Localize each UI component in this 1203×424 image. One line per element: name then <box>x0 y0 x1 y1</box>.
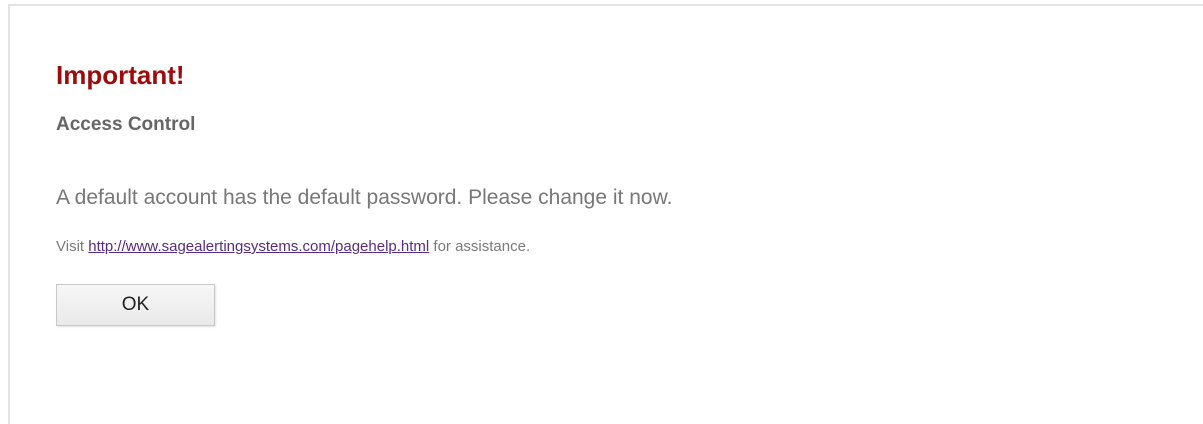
help-link[interactable]: http://www.sagealertingsystems.com/pageh… <box>88 238 429 255</box>
dialog-title: Important! <box>56 60 185 90</box>
dialog-subtitle: Access Control <box>56 114 196 135</box>
alert-dialog: Important! Access Control A default acco… <box>8 4 1203 424</box>
help-prefix: Visit <box>56 238 85 255</box>
dialog-message: A default account has the default passwo… <box>56 186 673 209</box>
help-line: Visit http://www.sagealertingsystems.com… <box>56 238 1156 256</box>
help-suffix: for assistance. <box>433 238 531 255</box>
dialog-content: Important! Access Control A default acco… <box>56 60 1156 326</box>
ok-button[interactable]: OK <box>56 284 215 326</box>
